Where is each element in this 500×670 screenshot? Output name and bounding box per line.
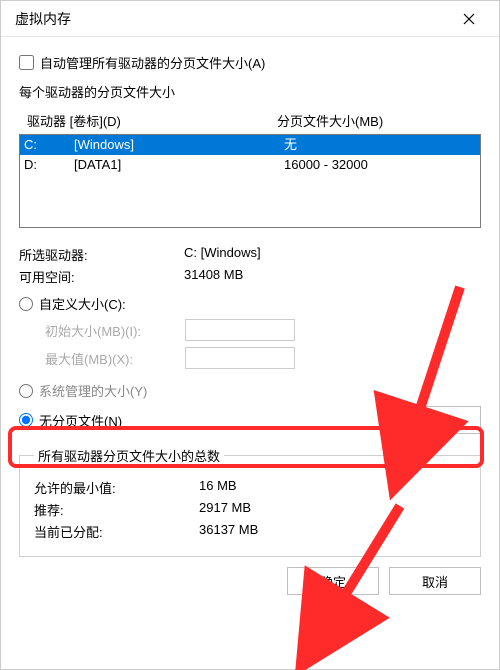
drive-volume: [Windows] [74,136,284,154]
no-pagefile-row: 无分页文件(N) 设置(S) [19,406,481,434]
auto-manage-checkbox[interactable] [19,55,34,70]
selected-drive-value: C: [Windows] [184,245,481,264]
system-managed-radio-row[interactable]: 系统管理的大小(Y) [19,381,481,400]
max-size-input[interactable] [185,347,295,369]
initial-size-row: 初始大小(MB)(I): [45,319,481,341]
totals-group: 所有驱动器分页文件大小的总数 允许的最小值: 16 MB 推荐: 2917 MB… [19,446,481,557]
custom-size-radio[interactable] [19,297,33,311]
drive-row[interactable]: D: [DATA1] 16000 - 32000 [20,155,480,175]
selected-drive-label: 所选驱动器: [19,245,184,264]
free-space-row: 可用空间: 31408 MB [19,267,481,286]
set-button[interactable]: 设置(S) [389,406,481,434]
drive-volume: [DATA1] [74,156,284,174]
drive-letter: C: [24,136,74,154]
cur-label: 当前已分配: [34,522,199,541]
free-space-label: 可用空间: [19,267,184,286]
system-managed-radio[interactable] [19,384,33,398]
no-pagefile-radio-row[interactable]: 无分页文件(N) [19,411,389,430]
dialog-footer: 确定 取消 [19,567,481,599]
ok-button[interactable]: 确定 [287,567,379,595]
auto-manage-checkbox-row[interactable]: 自动管理所有驱动器的分页文件大小(A) [19,53,481,72]
drive-letter: D: [24,156,74,174]
initial-size-input[interactable] [185,319,295,341]
close-icon [463,13,475,25]
close-button[interactable] [447,5,491,33]
drive-list[interactable]: C: [Windows] 无 D: [DATA1] 16000 - 32000 [19,134,481,228]
custom-size-label: 自定义大小(C): [39,294,126,313]
free-space-value: 31408 MB [184,267,481,286]
min-value: 16 MB [199,478,466,497]
drive-pagefile: 无 [284,136,480,154]
col-drive-label: 驱动器 [卷标](D) [27,111,277,130]
titlebar: 虚拟内存 [1,1,499,37]
max-size-row: 最大值(MB)(X): [45,347,481,369]
drive-row[interactable]: C: [Windows] 无 [20,135,480,155]
virtual-memory-dialog: 虚拟内存 自动管理所有驱动器的分页文件大小(A) 每个驱动器的分页文件大小 驱动… [0,0,500,670]
rec-value: 2917 MB [199,500,466,519]
no-pagefile-label: 无分页文件(N) [39,411,122,430]
min-row: 允许的最小值: 16 MB [34,478,466,497]
custom-size-radio-row[interactable]: 自定义大小(C): [19,294,481,313]
drive-pagefile: 16000 - 32000 [284,156,480,174]
selected-drive-row: 所选驱动器: C: [Windows] [19,245,481,264]
min-label: 允许的最小值: [34,478,199,497]
col-pagefile-label: 分页文件大小(MB) [277,111,481,130]
totals-legend: 所有驱动器分页文件大小的总数 [34,446,224,465]
rec-label: 推荐: [34,500,199,519]
per-drive-heading: 每个驱动器的分页文件大小 [19,82,481,101]
cancel-button[interactable]: 取消 [389,567,481,595]
dialog-content: 自动管理所有驱动器的分页文件大小(A) 每个驱动器的分页文件大小 驱动器 [卷标… [1,37,499,669]
auto-manage-label: 自动管理所有驱动器的分页文件大小(A) [40,53,265,72]
cur-value: 36137 MB [199,522,466,541]
system-managed-label: 系统管理的大小(Y) [39,381,147,400]
dialog-title: 虚拟内存 [15,9,447,29]
cur-row: 当前已分配: 36137 MB [34,522,466,541]
rec-row: 推荐: 2917 MB [34,500,466,519]
no-pagefile-radio[interactable] [19,413,33,427]
initial-size-label: 初始大小(MB)(I): [45,321,185,340]
max-size-label: 最大值(MB)(X): [45,349,185,368]
drive-list-header: 驱动器 [卷标](D) 分页文件大小(MB) [19,107,481,134]
